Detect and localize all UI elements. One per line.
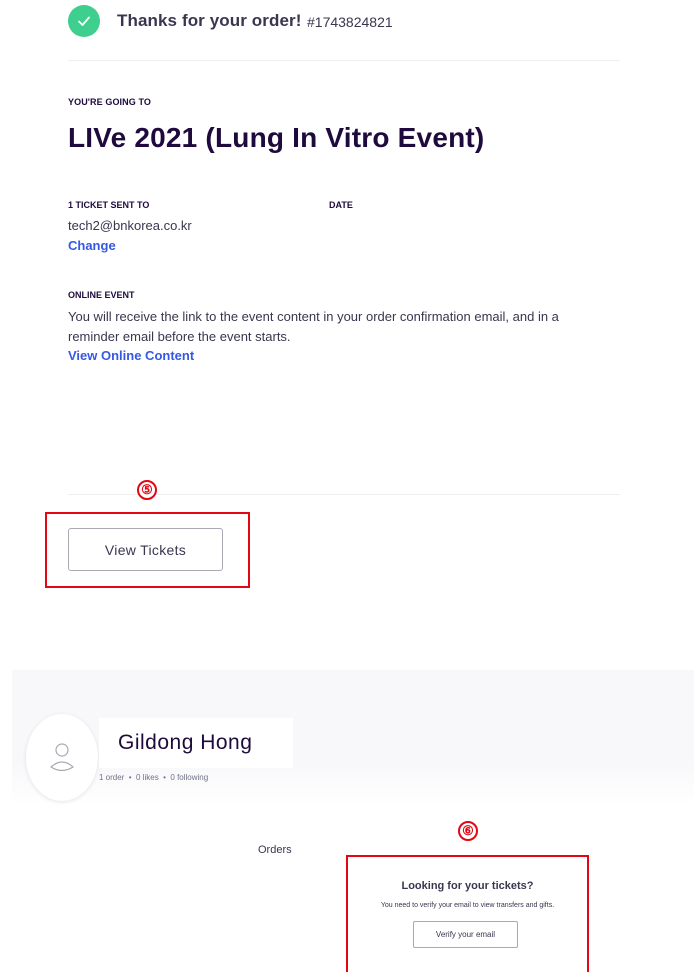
avatar [26, 714, 98, 801]
thanks-message: Thanks for your order! [117, 11, 302, 30]
highlight-box-verify-email [346, 855, 589, 972]
going-to-label: YOU'RE GOING TO [68, 97, 151, 107]
tickets-panel-heading: Looking for your tickets? [401, 880, 534, 892]
order-number: #1743824821 [307, 14, 393, 30]
user-icon [50, 742, 74, 771]
ticket-email: tech2@bnkorea.co.kr [68, 218, 192, 233]
verify-email-button[interactable]: Verify your email [413, 921, 518, 948]
online-event-description: You will receive the link to the event c… [68, 309, 559, 344]
user-name: Gildong Hong [118, 731, 253, 754]
step-marker-6: ⑥ [458, 821, 478, 841]
event-title: LIVe 2021 (Lung In Vitro Event) [68, 122, 485, 153]
user-stats: 1 order • 0 likes • 0 following [99, 773, 209, 782]
tickets-panel-description: You need to verify your email to view tr… [380, 902, 555, 909]
orders-tab[interactable]: Orders [258, 844, 292, 856]
online-event-label: ONLINE EVENT [68, 290, 135, 300]
view-online-content-link[interactable]: View Online Content [68, 348, 194, 363]
date-label: DATE [329, 200, 353, 210]
success-check-icon [68, 5, 100, 37]
check-icon [78, 16, 90, 26]
step-marker-5: ⑤ [137, 480, 157, 500]
change-email-link[interactable]: Change [68, 238, 116, 253]
view-tickets-button[interactable]: View Tickets [68, 528, 223, 571]
divider [68, 60, 620, 61]
ticket-sent-label: 1 TICKET SENT TO [68, 200, 150, 210]
